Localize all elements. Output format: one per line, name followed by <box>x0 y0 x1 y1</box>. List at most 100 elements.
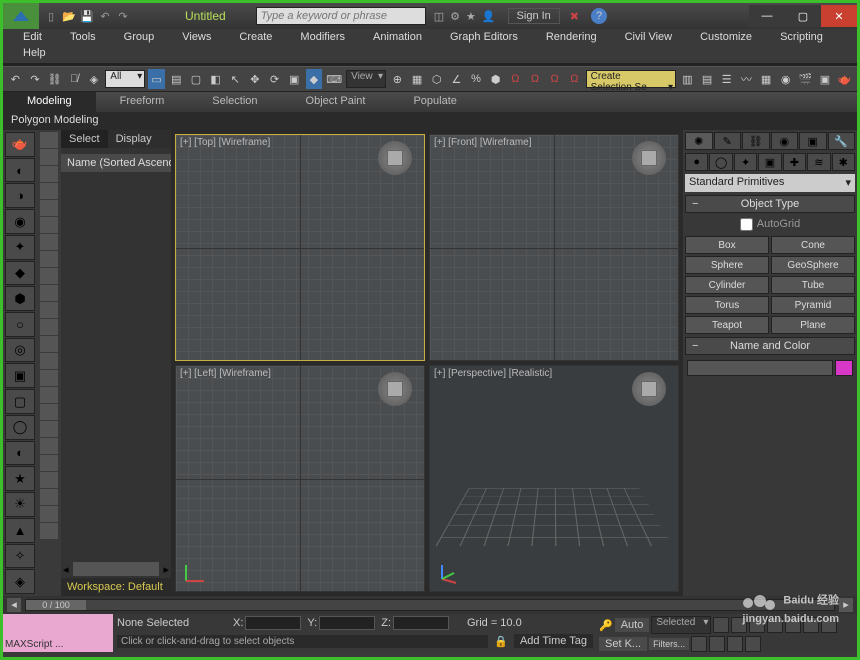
rollout-object-type[interactable]: Object Type <box>685 195 855 213</box>
tool-n[interactable]: ★ <box>5 466 35 491</box>
viewcube-icon[interactable] <box>378 141 412 175</box>
viewport-top[interactable]: [+] [Top] [Wireframe] <box>175 134 425 361</box>
lt2-13[interactable] <box>40 336 58 352</box>
snap-a-icon[interactable]: Ω <box>507 69 524 89</box>
lt2-11[interactable] <box>40 302 58 318</box>
tool-c[interactable]: ◑ <box>5 183 35 208</box>
search-input[interactable] <box>256 7 426 25</box>
btn-teapot[interactable]: Teapot <box>685 316 769 334</box>
keyfilters-button[interactable]: Filters... <box>649 638 689 650</box>
menu-customize[interactable]: Customize <box>686 29 766 47</box>
tool-teapot-icon[interactable]: 🫖 <box>5 132 35 157</box>
layers-icon[interactable]: ☰ <box>718 69 735 89</box>
tool-p[interactable]: ▲ <box>5 518 35 543</box>
lt2-17[interactable] <box>40 404 58 420</box>
tool-m[interactable]: ◐ <box>5 441 35 466</box>
prev-frame-icon[interactable] <box>731 617 747 633</box>
align-icon[interactable]: ▤ <box>699 69 716 89</box>
scale-icon[interactable]: ▣ <box>286 69 303 89</box>
lt2-1[interactable] <box>40 132 58 148</box>
qat-new-icon[interactable]: ▯ <box>43 8 59 24</box>
next-frame-icon[interactable] <box>767 617 783 633</box>
tool-i[interactable]: ◎ <box>5 338 35 363</box>
lt2-21[interactable] <box>40 472 58 488</box>
viewport-label[interactable]: [+] [Top] [Wireframe] <box>180 137 270 148</box>
time-prev-icon[interactable]: ◂ <box>7 598 21 612</box>
scroll-right-icon[interactable]: ▸ <box>163 563 169 576</box>
nav-a-icon[interactable] <box>803 617 819 633</box>
redo-icon[interactable]: ↷ <box>27 69 44 89</box>
snap-c-icon[interactable]: Ω <box>546 69 563 89</box>
scene-tab-display[interactable]: Display <box>108 130 160 148</box>
lt2-4[interactable] <box>40 183 58 199</box>
lt2-20[interactable] <box>40 455 58 471</box>
viewport-label[interactable]: [+] [Front] [Wireframe] <box>434 137 532 148</box>
qat-open-icon[interactable]: 📂 <box>61 8 77 24</box>
menu-help[interactable]: Help <box>23 47 46 59</box>
nav-pan-icon[interactable] <box>691 636 707 652</box>
btn-cone[interactable]: Cone <box>771 236 855 254</box>
cat-cameras-icon[interactable]: ▣ <box>758 153 781 171</box>
lt2-23[interactable] <box>40 506 58 522</box>
close-button[interactable]: ✕ <box>821 5 857 27</box>
menu-tools[interactable]: Tools <box>56 29 110 47</box>
pivot-icon[interactable]: ⊕ <box>389 69 406 89</box>
rotate-icon[interactable]: ⟳ <box>266 69 283 89</box>
btn-torus[interactable]: Torus <box>685 296 769 314</box>
nav-zoom-icon[interactable] <box>709 636 725 652</box>
menu-civilview[interactable]: Civil View <box>611 29 686 47</box>
app-logo[interactable] <box>3 3 39 29</box>
link-icon[interactable]: ⛓ <box>46 69 63 89</box>
cat-geometry-icon[interactable]: ● <box>685 153 708 171</box>
qat-undo-icon[interactable]: ↶ <box>97 8 113 24</box>
primitive-dropdown[interactable]: Standard Primitives <box>685 174 855 192</box>
lt2-24[interactable] <box>40 523 58 539</box>
snap-b-icon[interactable]: Ω <box>527 69 544 89</box>
rollout-name-color[interactable]: Name and Color <box>685 337 855 355</box>
lt2-15[interactable] <box>40 370 58 386</box>
viewcube-icon[interactable] <box>632 372 666 406</box>
help-icon[interactable]: ? <box>591 8 607 24</box>
keyfilter-dropdown[interactable]: Selected <box>651 616 711 634</box>
tool-h[interactable]: ○ <box>5 312 35 337</box>
play-icon[interactable] <box>749 617 765 633</box>
tool-g[interactable]: ⬢ <box>5 286 35 311</box>
nav-max-icon[interactable] <box>745 636 761 652</box>
keyboard-icon[interactable]: ⌨ <box>325 69 343 89</box>
percent-snap-icon[interactable]: % <box>468 69 485 89</box>
cmd-tab-hierarchy-icon[interactable]: ⛓ <box>742 132 770 150</box>
workspace-label[interactable]: Workspace: Default <box>61 578 171 596</box>
cmd-tab-motion-icon[interactable]: ◉ <box>771 132 799 150</box>
close-info-icon[interactable]: ✖ <box>570 10 579 23</box>
goto-start-icon[interactable] <box>713 617 729 633</box>
tool-r[interactable]: ◈ <box>5 569 35 594</box>
menu-rendering[interactable]: Rendering <box>532 29 611 47</box>
cmd-tab-create-icon[interactable]: ✺ <box>685 132 713 150</box>
autogrid-checkbox[interactable] <box>740 218 753 231</box>
select-region-icon[interactable]: ▢ <box>188 69 205 89</box>
select-object-icon[interactable]: ▭ <box>148 69 165 89</box>
cat-shapes-icon[interactable]: ◯ <box>709 153 732 171</box>
menu-scripting[interactable]: Scripting <box>766 29 837 47</box>
lt2-6[interactable] <box>40 217 58 233</box>
tool-d[interactable]: ◉ <box>5 209 35 234</box>
tab-selection[interactable]: Selection <box>188 92 281 112</box>
qat-redo-icon[interactable]: ↷ <box>115 8 131 24</box>
lt2-10[interactable] <box>40 285 58 301</box>
viewport-perspective[interactable]: [+] [Perspective] [Realistic] <box>429 365 679 592</box>
mirror-icon[interactable]: ▥ <box>679 69 696 89</box>
scene-tab-select[interactable]: Select <box>61 130 108 148</box>
h-scrollbar[interactable] <box>73 562 160 576</box>
tool-k[interactable]: ▢ <box>5 389 35 414</box>
viewcube-icon[interactable] <box>632 141 666 175</box>
render-setup-icon[interactable]: 🎬 <box>797 69 814 89</box>
nav-orbit-icon[interactable] <box>727 636 743 652</box>
tool-e[interactable]: ✦ <box>5 235 35 260</box>
scene-column-header[interactable]: Name (Sorted Ascend <box>61 154 171 172</box>
setkey-button[interactable]: Set K... <box>599 637 647 651</box>
key-icon[interactable]: 🔑 <box>599 619 613 632</box>
sign-in-button[interactable]: Sign In <box>508 8 560 24</box>
cmd-tab-modify-icon[interactable]: ✎ <box>714 132 742 150</box>
undo-icon[interactable]: ↶ <box>7 69 24 89</box>
cursor-icon[interactable]: ↖ <box>227 69 244 89</box>
